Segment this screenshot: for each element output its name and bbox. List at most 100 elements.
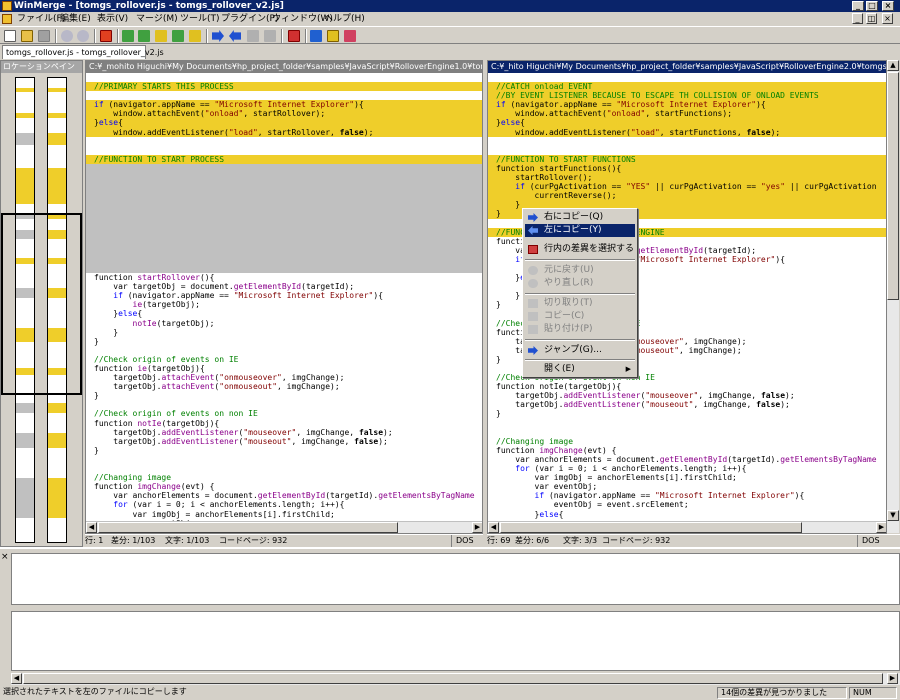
menu-file[interactable]: ファイル(F) — [17, 12, 65, 26]
left-code-pane[interactable]: C:¥_mohito Higuchi¥My Documents¥hp_proje… — [85, 60, 483, 534]
ctx-copy[interactable]: コピー(C) — [525, 310, 635, 323]
ctx-paste[interactable]: 貼り付け(P) — [525, 323, 635, 336]
location-bar-left[interactable] — [15, 77, 35, 543]
menu-help[interactable]: ヘルプ(H) — [324, 12, 365, 26]
menu-tools[interactable]: ツール(T) — [180, 12, 220, 26]
redo-icon[interactable] — [77, 30, 89, 42]
scroll-left-icon[interactable]: ◀ — [11, 673, 22, 684]
toolbar-separator — [117, 29, 119, 43]
ctx-goto-label: ジャンプ(G)... — [544, 345, 602, 355]
location-viewport-marker[interactable] — [1, 213, 82, 395]
right-status-eol: DOS — [857, 535, 880, 547]
toolbar-separator — [206, 29, 208, 43]
select-diff-icon — [528, 245, 538, 254]
menu-edit[interactable]: 編集(E) — [60, 12, 91, 26]
ctx-redo-label: やり直し(R) — [544, 278, 594, 288]
copy-right-icon[interactable] — [212, 30, 224, 42]
document-tab-bar: tomgs_rollover.js - tomgs_rollover_v2.js — [0, 44, 900, 60]
status-message: 選択されたテキストを左のファイルにコピーします — [3, 687, 187, 696]
scroll-right-icon[interactable]: ▶ — [876, 522, 886, 533]
new-doc-icon[interactable] — [4, 30, 16, 42]
submenu-arrow-icon: ▶ — [625, 365, 631, 373]
close-icon[interactable]: × — [882, 1, 894, 11]
left-status-chars: 文字: 1/103 — [165, 536, 210, 545]
prev-diff-icon[interactable] — [138, 30, 150, 42]
ctx-undo-label: 元に戻す(U) — [544, 265, 594, 275]
right-hscrollbar[interactable]: ◀ ▶ — [488, 521, 886, 533]
right-status-line: 行: 69 — [487, 536, 511, 545]
scroll-down-icon[interactable]: ▼ — [887, 510, 899, 521]
menu-bar: ファイル(F) 編集(E) 表示(V) マージ(M) ツール(T) プラグイン(… — [0, 12, 900, 26]
scroll-left-icon[interactable]: ◀ — [86, 522, 97, 533]
title-bar[interactable]: WinMerge - [tomgs_rollover.js - tomgs_ro… — [0, 0, 900, 12]
first-diff-icon[interactable] — [155, 30, 167, 42]
last-diff-icon[interactable] — [189, 30, 201, 42]
minimize-icon[interactable]: _ — [852, 1, 864, 11]
right-hscroll-thumb[interactable] — [500, 522, 802, 533]
maximize-icon[interactable]: □ — [866, 1, 878, 11]
save-icon[interactable] — [38, 30, 50, 42]
diff-detail-right[interactable] — [11, 611, 900, 671]
scroll-right-icon[interactable]: ▶ — [887, 673, 898, 684]
scroll-left-icon[interactable]: ◀ — [488, 522, 499, 533]
ctx-cut[interactable]: 切り取り(T) — [525, 297, 635, 310]
doc-icon[interactable] — [2, 14, 12, 24]
current-diff-icon[interactable] — [172, 30, 184, 42]
menu-view[interactable]: 表示(V) — [97, 12, 128, 26]
options-icon[interactable] — [288, 30, 300, 42]
mdi-close-icon[interactable]: × — [882, 13, 893, 24]
vertical-scrollbar[interactable]: ▲ ▼ — [887, 60, 899, 533]
left-hscroll-thumb[interactable] — [98, 522, 398, 533]
scroll-right-icon[interactable]: ▶ — [472, 522, 482, 533]
left-hscrollbar[interactable]: ◀ ▶ — [86, 521, 482, 533]
right-pane-status: 行: 69 差分: 6/6 文字: 3/3 コードページ: 932 DOS — [487, 534, 900, 547]
toolbar-separator — [55, 29, 57, 43]
ctx-copy-right[interactable]: 右にコピー(Q) — [525, 211, 635, 224]
menu-separator — [525, 359, 635, 361]
compare-icon[interactable] — [100, 30, 112, 42]
close-diff-pane-icon[interactable]: × — [1, 553, 9, 562]
scroll-up-icon[interactable]: ▲ — [887, 60, 899, 71]
ctx-select-line-diff[interactable]: 行内の差異を選択する — [525, 243, 635, 256]
menu-separator — [525, 339, 635, 341]
cut-icon — [528, 299, 538, 308]
left-file-path: C:¥_mohito Higuchi¥My Documents¥hp_proje… — [86, 61, 482, 73]
menu-plugins[interactable]: プラグイン(P) — [221, 12, 278, 26]
left-pane-status: 行: 1 差分: 1/103 文字: 1/103 コードページ: 932 DOS — [85, 534, 483, 547]
undo-icon[interactable] — [61, 30, 73, 42]
copy-left-advance-icon[interactable] — [264, 30, 276, 42]
vscroll-thumb[interactable] — [887, 72, 899, 300]
ctx-copy-left-label: 左にコピー(Y) — [544, 225, 602, 235]
copy-left-icon[interactable] — [229, 30, 241, 42]
menu-separator — [525, 293, 635, 295]
report-icon[interactable] — [344, 30, 356, 42]
next-diff-icon[interactable] — [122, 30, 134, 42]
diff-hscroll-thumb[interactable] — [23, 673, 883, 684]
open-folder-icon[interactable] — [21, 30, 33, 42]
location-pane[interactable]: ロケーションペイン — [0, 60, 83, 547]
diff-pane-sidebar: × — [0, 549, 10, 685]
ctx-copy-left[interactable]: 左にコピー(Y) — [525, 224, 635, 237]
open-file-icon[interactable] — [327, 30, 339, 42]
menu-merge[interactable]: マージ(M) — [136, 12, 178, 26]
ctx-open[interactable]: 開く(E) ▶ — [525, 363, 635, 376]
diff-pane-hscrollbar[interactable]: ◀ ▶ — [11, 673, 900, 685]
left-code-lines[interactable]: //PRIMARY STARTS THIS PROCESS if (naviga… — [86, 73, 482, 521]
ctx-goto[interactable]: ジャンプ(G)... — [525, 344, 635, 357]
ctx-redo[interactable]: やり直し(R) — [525, 277, 635, 290]
doc-tab[interactable]: tomgs_rollover.js - tomgs_rollover_v2.js — [2, 45, 164, 59]
diff-detail-pane: × ◀ ▶ — [0, 547, 900, 685]
left-status-eol: DOS — [451, 535, 474, 547]
copy-right-advance-icon[interactable] — [247, 30, 259, 42]
ctx-copy-label: コピー(C) — [544, 311, 585, 321]
location-bar-right[interactable] — [47, 77, 67, 543]
mdi-minimize-icon[interactable]: _ — [852, 13, 863, 24]
mdi-restore-icon[interactable]: ◫ — [866, 13, 877, 24]
diff-detail-left[interactable] — [11, 553, 900, 605]
ctx-select-line-diff-label: 行内の差異を選択する — [544, 244, 635, 254]
ctx-undo[interactable]: 元に戻す(U) — [525, 264, 635, 277]
refresh-icon[interactable] — [310, 30, 322, 42]
copy-left-icon — [528, 226, 538, 235]
right-status-diff: 差分: 6/6 — [515, 536, 550, 545]
redo-icon — [528, 279, 538, 288]
